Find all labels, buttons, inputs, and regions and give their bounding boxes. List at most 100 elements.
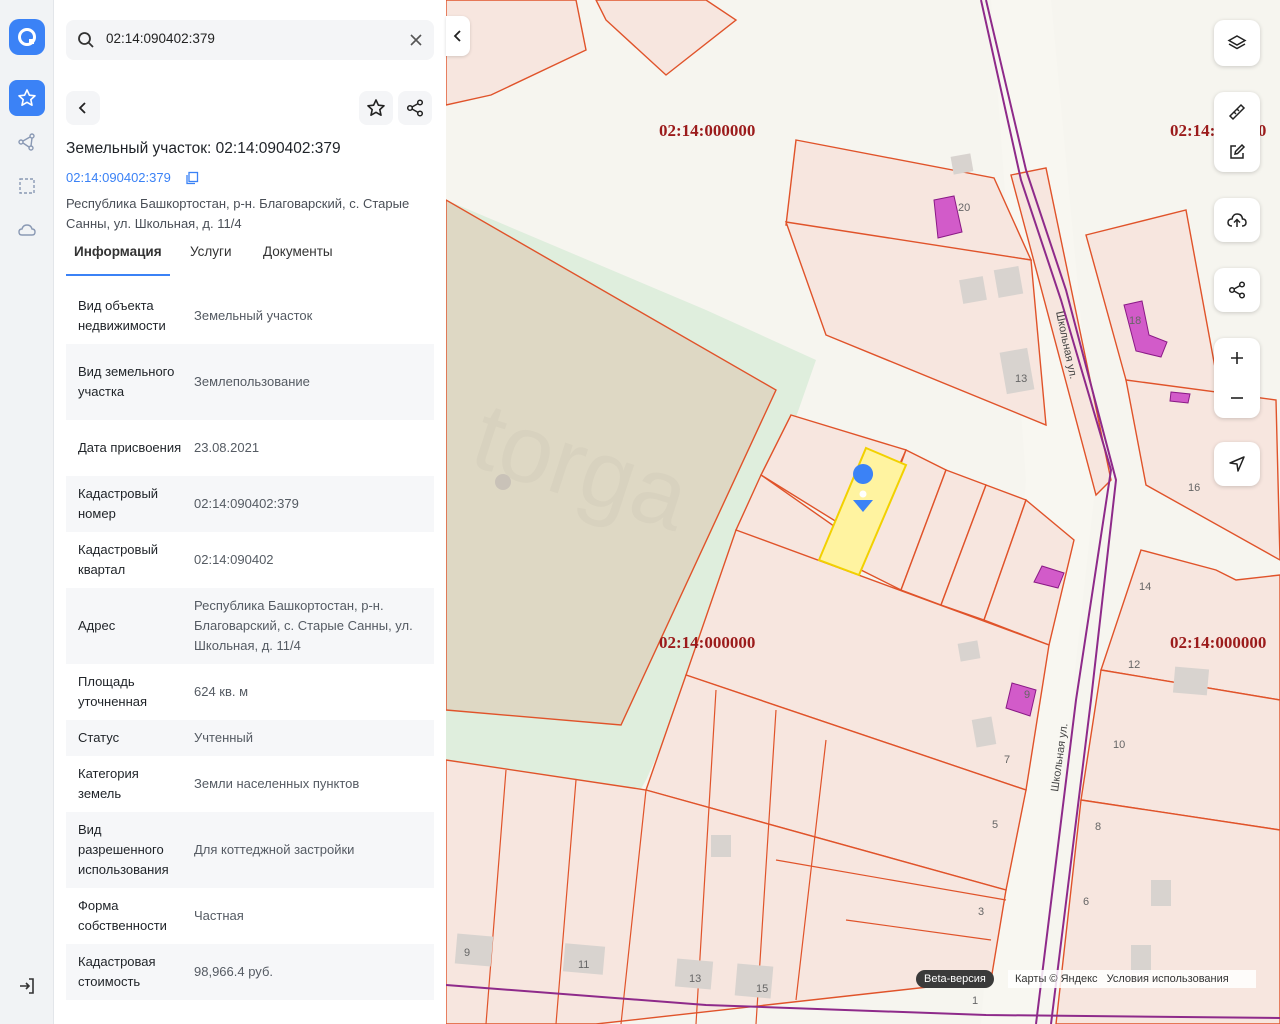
table-row: Вид земельного участка Землепользование	[66, 344, 434, 420]
zoom-controls	[1214, 338, 1260, 418]
back-button[interactable]	[66, 91, 100, 125]
row-key: Кадастровая стоимость	[78, 954, 156, 989]
row-value: Частная	[194, 908, 244, 923]
row-value: 624 кв. м	[194, 684, 249, 699]
zoom-in-button[interactable]	[1214, 338, 1260, 378]
row-key: Форма собственности	[78, 898, 167, 933]
quarter-label: 02:14:000000	[659, 121, 755, 140]
maps-copyright[interactable]: Карты © Яндекс	[1015, 973, 1098, 985]
row-key: Статус	[78, 730, 120, 745]
table-row: Вид разрешенного использования Для коттед…	[66, 812, 434, 888]
house-number: 18	[1129, 315, 1141, 327]
table-row: Дата присвоения 23.08.2021	[66, 420, 434, 476]
house-number: 11	[578, 959, 589, 971]
copy-icon[interactable]	[185, 171, 199, 190]
house-number: 7	[1004, 754, 1010, 766]
house-number: 1	[972, 995, 978, 1007]
row-value: 23.08.2021	[194, 440, 260, 455]
icon-rail	[0, 0, 54, 1024]
house-number: 15	[756, 983, 768, 995]
cadastral-number-link[interactable]: 02:14:090402:379	[66, 170, 171, 185]
search-box[interactable]: 02:14:090402:379	[66, 20, 434, 60]
geolocation-button[interactable]	[1214, 442, 1260, 486]
clear-search-icon[interactable]	[408, 32, 424, 53]
favorite-button[interactable]	[359, 91, 393, 125]
zoom-out-button[interactable]	[1214, 378, 1260, 418]
row-key: Площадь уточненная	[78, 674, 148, 709]
tab-documents[interactable]: Документы	[263, 244, 333, 259]
house-number: 13	[1015, 373, 1027, 385]
house-number: 6	[1083, 896, 1089, 908]
minus-icon	[1231, 397, 1243, 399]
row-value: Земельный участок	[194, 308, 313, 323]
active-tab-indicator	[66, 274, 170, 276]
house-number: 20	[958, 202, 970, 214]
area-select-nav-icon[interactable]	[9, 168, 45, 204]
info-panel: 02:14:090402:379 Земельный участок: 02:1…	[54, 0, 446, 1024]
map-share-button[interactable]	[1214, 268, 1260, 312]
tab-services[interactable]: Услуги	[190, 244, 232, 259]
quarter-label: 02:14:000000	[659, 633, 755, 652]
route-nav-icon[interactable]	[9, 124, 45, 160]
row-value: Землепользование	[194, 374, 310, 389]
row-value: 98,966.4 руб.	[194, 964, 274, 979]
table-row: Статус Учтенный	[66, 720, 434, 756]
edit-button[interactable]	[1214, 132, 1260, 172]
cloud-nav-icon[interactable]	[9, 212, 45, 248]
row-key: Адрес	[78, 618, 116, 633]
house-number: 10	[1113, 739, 1125, 751]
house-number: 16	[1188, 482, 1200, 494]
share-icon	[1228, 281, 1246, 299]
object-address: Республика Башкортостан, р-н. Благоварск…	[66, 196, 410, 231]
house-number: 12	[1128, 659, 1140, 671]
map-attribution: Карты © Яндекс Условия использования	[1008, 970, 1256, 988]
tab-information[interactable]: Информация	[74, 244, 162, 259]
chevron-left-icon	[453, 30, 461, 42]
table-row: Вид объекта недвижимости Земельный участо…	[66, 288, 434, 344]
table-row: Кадастровая стоимость 98,966.4 руб.	[66, 944, 434, 1000]
layers-button[interactable]	[1214, 20, 1260, 66]
ruler-button[interactable]	[1214, 92, 1260, 132]
row-value: Республика Башкортостан, р-н. Благоварск…	[194, 598, 413, 653]
table-row: Адрес Республика Башкортостан, р-н. Благо…	[66, 588, 434, 664]
edit-icon	[1230, 143, 1246, 159]
search-icon	[76, 30, 96, 55]
row-key: Дата присвоения	[78, 440, 182, 455]
search-input[interactable]: 02:14:090402:379	[106, 31, 215, 46]
table-row: Форма собственности Частная	[66, 888, 434, 944]
share-button[interactable]	[398, 91, 432, 125]
collapse-panel-button[interactable]	[446, 16, 470, 56]
upload-cloud-icon	[1227, 213, 1247, 227]
row-value: 02:14:090402:379	[194, 496, 299, 511]
row-value: Учтенный	[194, 730, 254, 745]
row-key: Кадастровый номер	[78, 486, 159, 521]
share-icon	[406, 99, 424, 117]
house-number: 9	[1024, 689, 1030, 701]
ruler-icon	[1228, 103, 1246, 121]
login-icon[interactable]	[9, 968, 45, 1004]
row-key: Кадастровый квартал	[78, 542, 159, 577]
row-key: Вид разрешенного использования	[78, 822, 169, 877]
table-row: Категория земель Земли населенных пунктов	[66, 756, 434, 812]
navigation-arrow-icon	[1229, 456, 1245, 472]
house-number: 13	[689, 973, 701, 985]
row-value: 02:14:090402	[194, 552, 274, 567]
beta-badge: Beta-версия	[916, 970, 994, 988]
object-title: Земельный участок: 02:14:090402:379	[66, 140, 341, 157]
terms-link[interactable]: Условия использования	[1107, 973, 1229, 985]
cadastral-map[interactable]: torga 02:14:000000 02:14:000000 02:14:00…	[446, 0, 1280, 1024]
table-row: Кадастровый номер 02:14:090402:379	[66, 476, 434, 532]
house-number: 14	[1139, 581, 1151, 593]
favorites-nav-icon[interactable]	[9, 80, 45, 116]
app-logo-icon[interactable]	[9, 19, 45, 55]
layers-icon	[1227, 35, 1247, 50]
info-table: Вид объекта недвижимости Земельный участо…	[66, 288, 434, 1000]
house-number: 9	[464, 947, 470, 959]
measure-tools	[1214, 92, 1260, 172]
upload-button[interactable]	[1214, 198, 1260, 242]
quarter-label: 02:14:000000	[1170, 633, 1266, 652]
house-number: 3	[978, 906, 984, 918]
row-value: Земли населенных пунктов	[194, 776, 360, 791]
row-key: Категория земель	[78, 766, 139, 801]
table-row: Площадь уточненная 624 кв. м	[66, 664, 434, 720]
